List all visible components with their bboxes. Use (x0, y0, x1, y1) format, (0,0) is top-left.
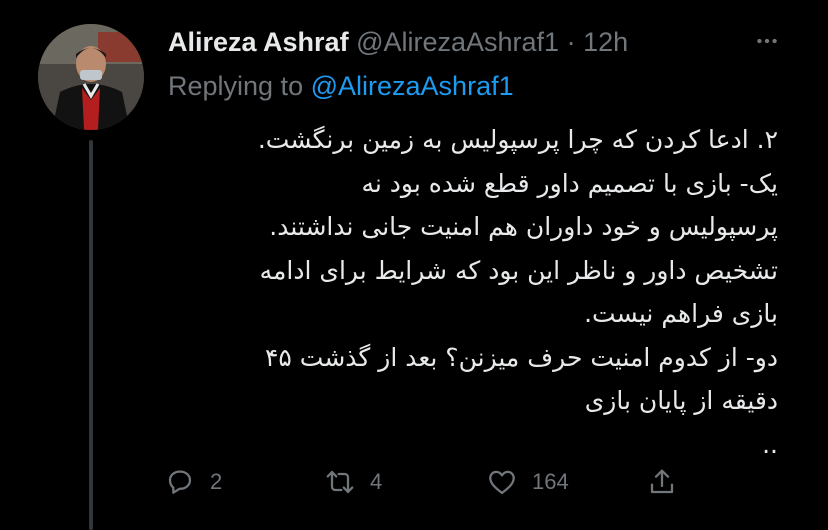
heart-icon (489, 470, 515, 495)
tweet-text-line: پرسپولیس و خود داوران هم امنیت جانی نداش… (269, 212, 778, 241)
tweet-text-line: بازی فراهم نیست. (584, 299, 778, 328)
tweet-text-line: دقیقه از پایان بازی (584, 386, 778, 415)
retweet-count: 4 (370, 469, 383, 494)
tweet-text-line: ۲. ادعا کردن که چرا پرسپولیس به زمین برن… (257, 125, 778, 154)
replying-to-line: Replying to @AlirezaAshraf1 (168, 70, 514, 102)
retweet-button[interactable]: 4 (324, 462, 382, 502)
reply-count: 2 (210, 469, 223, 494)
tweet-text-line: .. (762, 429, 778, 459)
retweet-arrows-icon (326, 470, 354, 494)
tweet[interactable]: Alireza Ashraf @AlirezaAshraf1 · 12h Rep… (0, 0, 828, 530)
tweet-text-line: یک- بازی با تصمیم داور قطع شده بود نه (361, 168, 778, 198)
avatar[interactable] (38, 24, 144, 130)
replying-mention-link[interactable]: @AlirezaAshraf1 (311, 71, 514, 101)
like-count: 164 (532, 469, 569, 494)
author-name[interactable]: Alireza Ashraf (168, 27, 349, 57)
tweet-text-line: دو- از کدوم امنیت حرف میزنن؟ بعد از گذشت… (264, 342, 778, 372)
separator-dot: · (566, 27, 576, 57)
like-button[interactable]: 164 (486, 462, 569, 502)
replying-prefix: Replying to (168, 71, 304, 101)
tweet-text-line: تشخیص داور و ناظر این بود که شرایط برای … (259, 255, 778, 285)
tweet-text: ۲. ادعا کردن که چرا پرسپولیس به زمین برن… (168, 118, 778, 466)
tweet-actions: 2 4 164 (164, 462, 724, 502)
more-options-button[interactable] (752, 26, 782, 56)
avatar-photo (38, 24, 144, 130)
reply-bubble-icon (168, 470, 192, 494)
share-upload-icon (650, 469, 674, 494)
reply-button[interactable]: 2 (164, 462, 222, 502)
more-dots-icon (757, 38, 777, 44)
tweet-timestamp[interactable]: 12h (583, 27, 628, 57)
share-button[interactable] (646, 462, 678, 502)
author-handle[interactable]: @AlirezaAshraf1 (356, 27, 559, 57)
thread-line (89, 140, 93, 530)
tweet-header: Alireza Ashraf @AlirezaAshraf1 · 12h (168, 26, 768, 58)
